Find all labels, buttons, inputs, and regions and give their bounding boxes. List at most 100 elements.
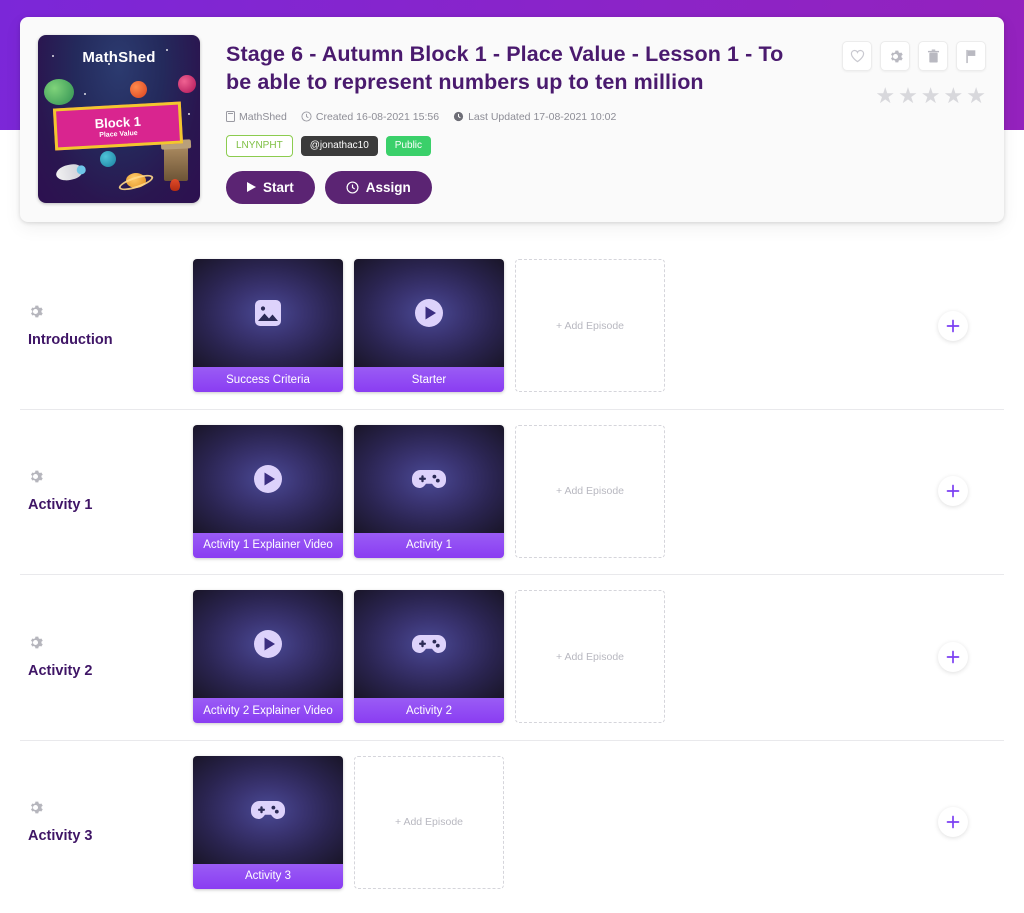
gear-icon [890, 50, 903, 62]
tag-visibility[interactable]: Public [385, 135, 432, 156]
episode-row-label: Activity 3 [0, 800, 193, 844]
episode-card[interactable]: Activity 1 [354, 424, 504, 558]
row-settings-icon[interactable] [28, 304, 193, 324]
add-episode-label: + Add Episode [394, 816, 463, 829]
meta-publisher-text: MathShed [239, 110, 287, 123]
episode-thumbnail [193, 590, 343, 699]
play-icon [254, 630, 282, 659]
gear-icon [31, 305, 43, 318]
episode-thumbnail [193, 424, 343, 533]
lesson-detail-page: MathShed Block 1 Place Value Stage 6 - A… [0, 0, 1024, 913]
row-settings-icon[interactable] [28, 635, 193, 655]
episode-card[interactable]: Starter [354, 259, 504, 393]
gamepad-icon [251, 800, 285, 819]
rating-star[interactable]: ★ [898, 85, 918, 107]
favourite-button[interactable] [842, 41, 872, 71]
episode-rows: Introduction Success Criteria Starter + Add… [0, 243, 1024, 905]
assign-button[interactable]: Assign [324, 170, 432, 204]
episode-thumbnail [354, 259, 504, 368]
episode-card-label: Activity 2 [354, 698, 504, 724]
plus-icon [946, 484, 960, 498]
planet-icon [178, 75, 196, 93]
planet-icon [100, 151, 116, 167]
row-title: Activity 2 [28, 662, 93, 679]
episode-row: Activity 3 Activity 3 + Add Episode [0, 739, 1024, 906]
start-button[interactable]: Start [226, 170, 315, 204]
plus-icon [946, 319, 960, 333]
episode-card-list: Activity 1 Explainer Video Activity 1 + Ad… [193, 424, 665, 558]
play-icon [415, 299, 443, 328]
rating-star[interactable]: ★ [921, 85, 941, 107]
episode-card[interactable]: Activity 2 [354, 590, 504, 724]
episode-row: Introduction Success Criteria Starter + Add… [0, 243, 1024, 409]
tag-author[interactable]: @jonathac10 [300, 135, 378, 156]
add-episode-card[interactable]: + Add Episode [515, 424, 665, 558]
episode-card[interactable]: Activity 3 [193, 755, 343, 889]
start-button-label: Start [263, 179, 294, 195]
episode-card[interactable]: Success Criteria [193, 259, 343, 393]
add-episode-card[interactable]: + Add Episode [354, 755, 504, 889]
row-title: Activity 1 [28, 497, 93, 514]
lesson-icon-actions [842, 41, 986, 71]
meta-updated: Last Updated 17-08-2021 10:02 [453, 111, 616, 123]
gamepad-icon [412, 635, 446, 654]
episode-card-label: Success Criteria [193, 367, 343, 393]
lesson-thumbnail: MathShed Block 1 Place Value [38, 35, 200, 203]
gear-icon [31, 636, 43, 649]
episode-card-label: Activity 1 Explainer Video [193, 532, 343, 558]
rating-star[interactable]: ★ [875, 85, 895, 107]
meta-updated-text: Last Updated 17-08-2021 10:02 [468, 110, 617, 123]
settings-button[interactable] [880, 41, 910, 71]
lesson-header-main: Stage 6 - Autumn Block 1 - Place Value -… [200, 35, 816, 204]
rating-star[interactable]: ★ [966, 85, 986, 107]
add-episode-card[interactable]: + Add Episode [515, 590, 665, 724]
episode-thumbnail [354, 590, 504, 699]
add-row-button[interactable] [938, 641, 968, 672]
book-icon [226, 111, 235, 123]
flag-icon [966, 49, 976, 63]
lesson-header-right: ★ ★ ★ ★ ★ [816, 35, 986, 204]
delete-button[interactable] [918, 41, 948, 71]
episode-card-label: Activity 1 [354, 532, 504, 558]
episode-row: Activity 2 Activity 2 Explainer Video Acti… [0, 574, 1024, 740]
planet-icon [130, 81, 147, 98]
episode-row: Activity 1 Activity 1 Explainer Video Acti… [0, 408, 1024, 575]
episode-card[interactable]: Activity 2 Explainer Video [193, 590, 343, 724]
add-row-button[interactable] [938, 807, 968, 838]
row-title: Activity 3 [28, 828, 93, 845]
rating-stars[interactable]: ★ ★ ★ ★ ★ [875, 85, 986, 107]
thumbnail-banner-title: Block 1 [94, 113, 142, 131]
tag-lesson-code[interactable]: LNYNPHT [226, 134, 293, 157]
row-settings-icon[interactable] [28, 469, 193, 489]
add-episode-card[interactable]: + Add Episode [515, 259, 665, 393]
add-row-button[interactable] [938, 476, 968, 507]
heart-icon [850, 49, 864, 63]
thumbnail-banner: Block 1 Place Value [52, 101, 184, 151]
lesson-header-card: MathShed Block 1 Place Value Stage 6 - A… [20, 17, 1004, 222]
plus-icon [946, 815, 960, 829]
planet-icon [44, 79, 74, 105]
add-episode-label: + Add Episode [555, 485, 624, 498]
rating-star[interactable]: ★ [944, 85, 964, 107]
episode-card-list: Success Criteria Starter + Add Episode [193, 259, 665, 393]
plus-icon [946, 650, 960, 664]
meta-created-text: Created 16-08-2021 15:56 [315, 110, 440, 123]
add-row-button[interactable] [938, 310, 968, 341]
episode-card-list: Activity 3 + Add Episode [193, 755, 504, 889]
assign-button-label: Assign [365, 179, 411, 195]
lesson-actions: Start Assign [226, 170, 816, 204]
page-title: Stage 6 - Autumn Block 1 - Place Value -… [226, 42, 784, 94]
episode-card[interactable]: Activity 1 Explainer Video [193, 424, 343, 558]
play-icon [254, 464, 282, 493]
thumbnail-banner-subtitle: Place Value [99, 129, 138, 139]
episode-card-list: Activity 2 Explainer Video Activity 2 + Ad… [193, 590, 665, 724]
gear-icon [31, 470, 43, 483]
episode-card-label: Activity 2 Explainer Video [193, 698, 343, 724]
lesson-tags: LNYNPHT @jonathac10 Public [226, 134, 816, 157]
episode-row-label: Activity 1 [0, 469, 193, 513]
row-settings-icon[interactable] [28, 800, 193, 820]
row-title: Introduction [28, 331, 113, 348]
clock-icon [301, 111, 312, 122]
episode-card-label: Starter [354, 367, 504, 393]
report-button[interactable] [956, 41, 986, 71]
